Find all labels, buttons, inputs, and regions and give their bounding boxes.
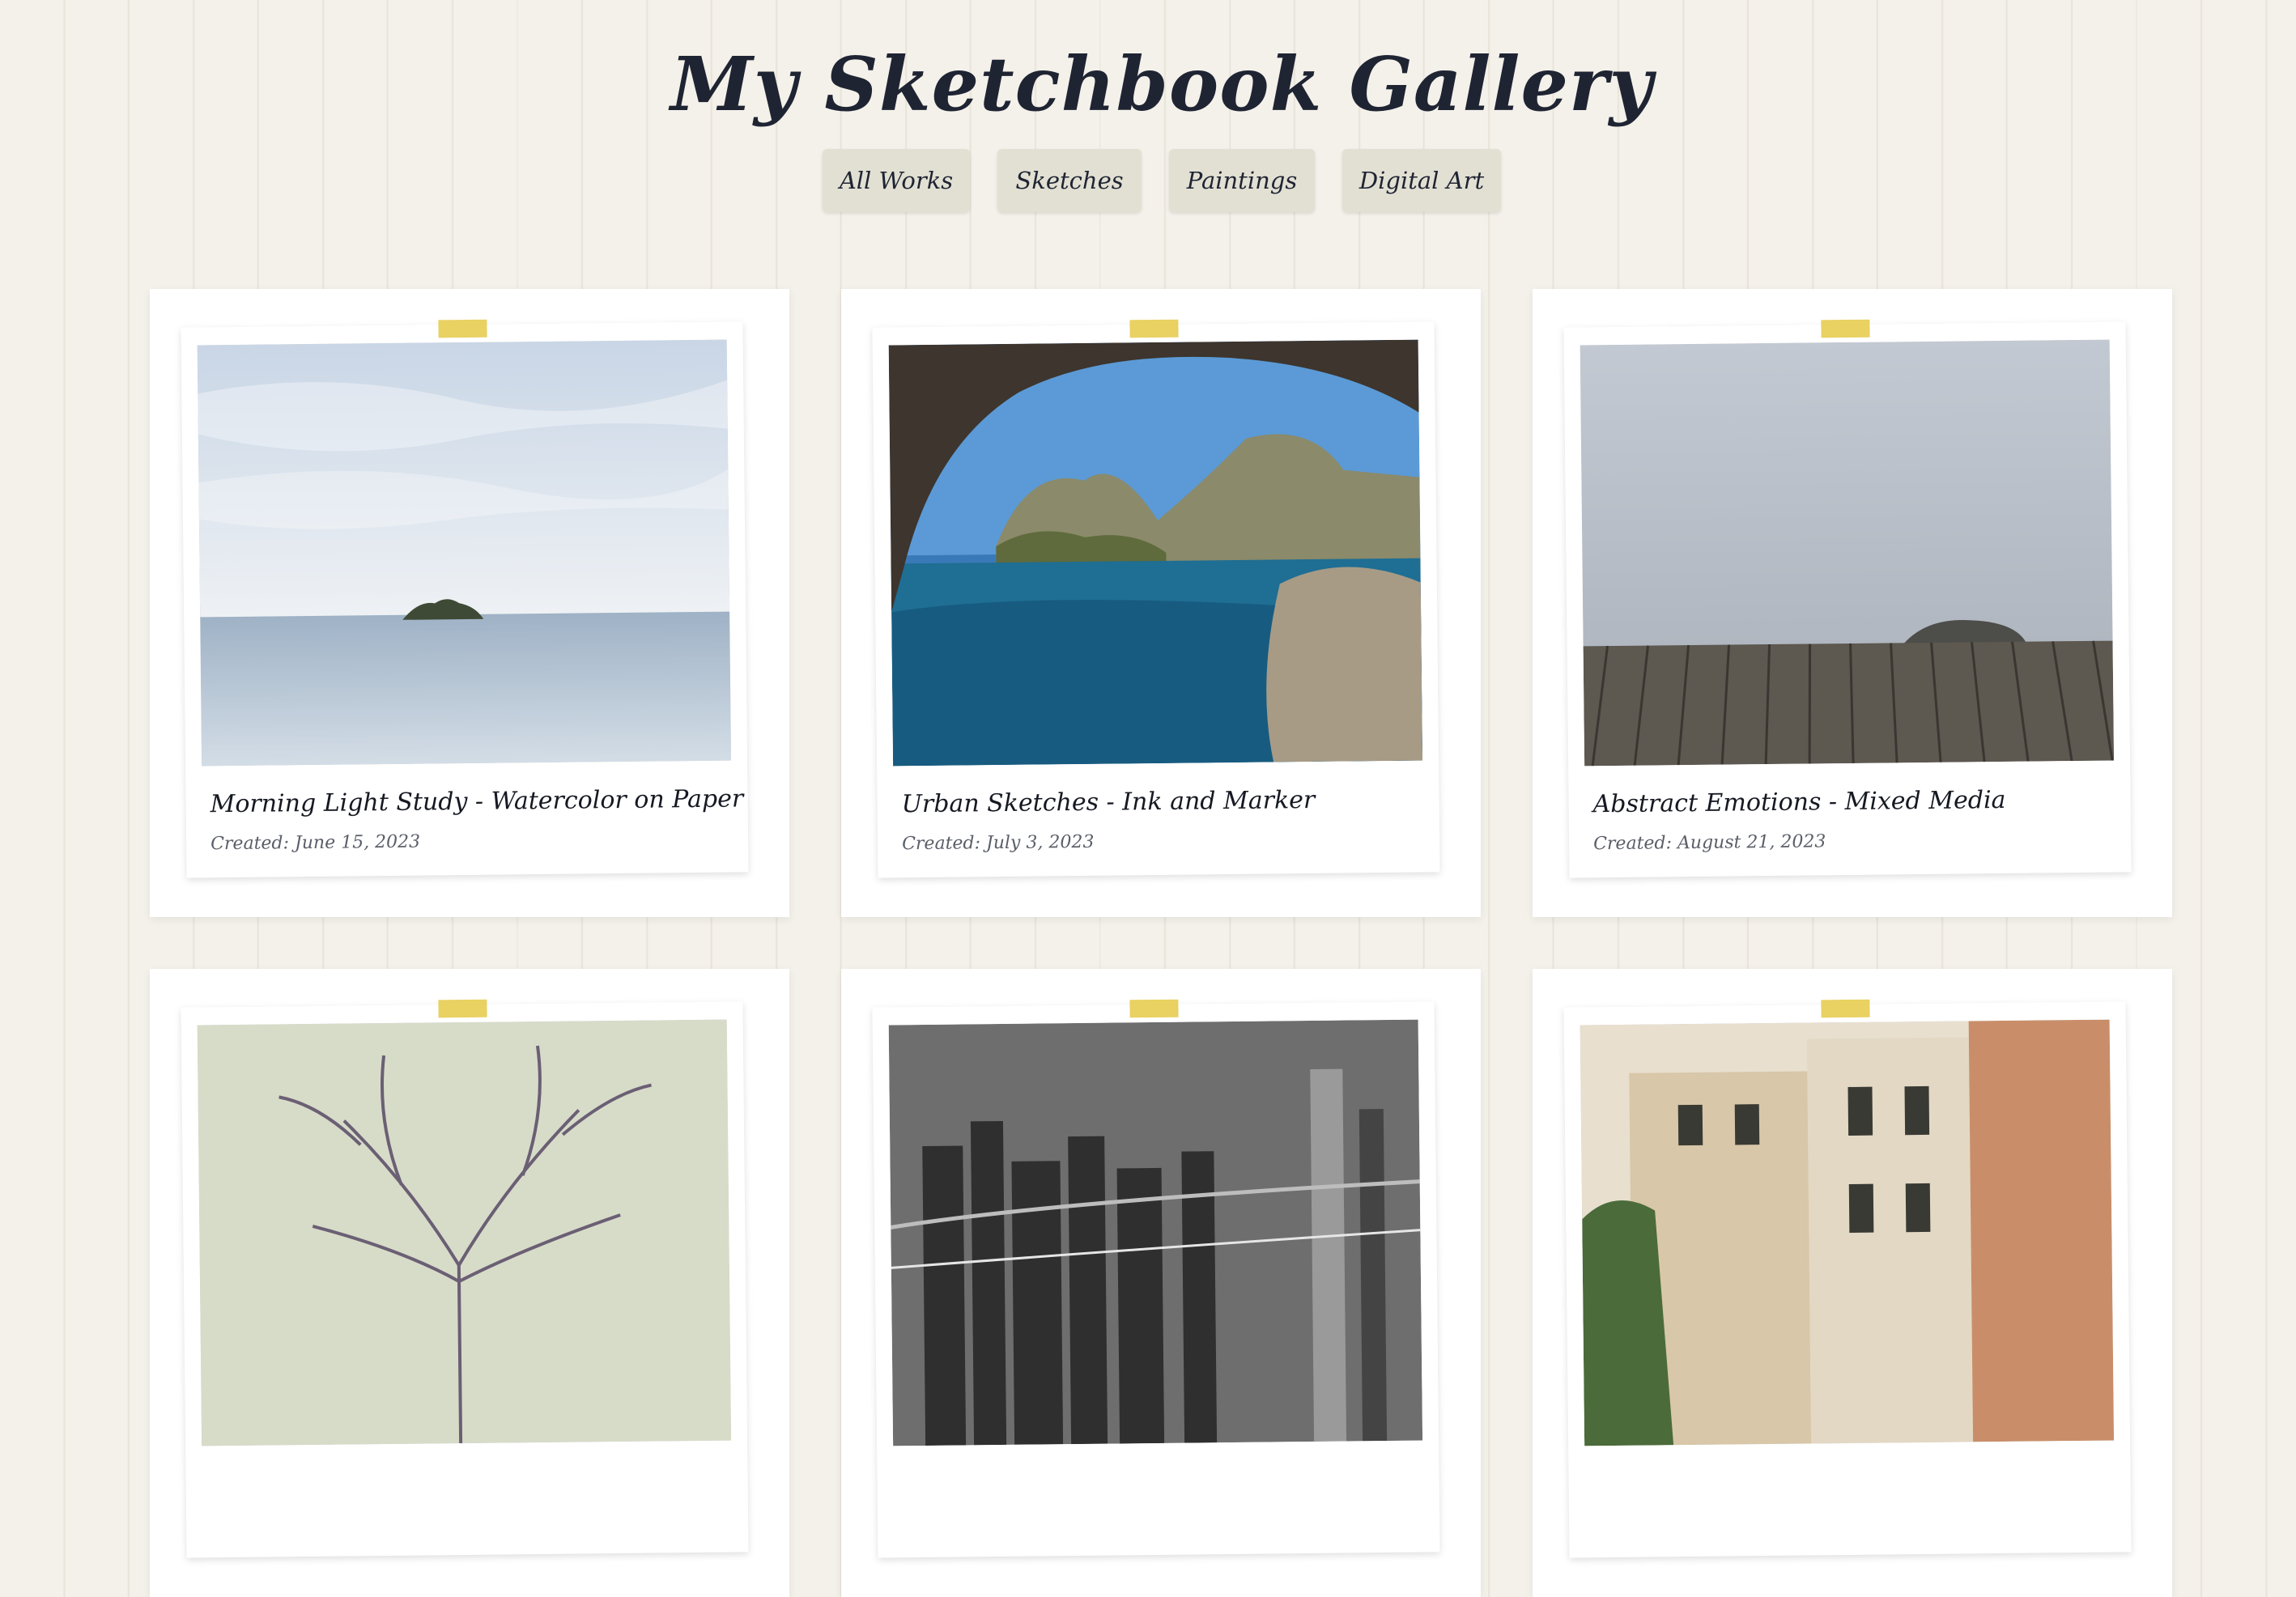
- artwork-image-old-buildings: [1580, 1019, 2115, 1446]
- gallery-card[interactable]: [841, 969, 1481, 1597]
- gallery-card[interactable]: Urban Sketches - Ink and Marker Created:…: [841, 289, 1481, 917]
- artwork-title: Abstract Emotions - Mixed Media: [1592, 785, 2006, 819]
- polaroid-frame: [181, 999, 749, 1558]
- tape-strip: [438, 319, 487, 338]
- artwork-image-sea-island: [197, 339, 732, 767]
- gallery-grid: Morning Light Study - Watercolor on Pape…: [150, 289, 2174, 1597]
- artwork-date: Created: August 21, 2023: [1593, 831, 1826, 855]
- artwork-date: Created: June 15, 2023: [210, 831, 421, 855]
- tape-strip: [438, 999, 487, 1018]
- artwork-image-sea-cave: [888, 339, 1423, 767]
- tape-strip: [1821, 999, 1870, 1018]
- gallery-card[interactable]: Morning Light Study - Watercolor on Pape…: [150, 289, 789, 917]
- polaroid-frame: [872, 999, 1440, 1558]
- polaroid-frame: Urban Sketches - Ink and Marker Created:…: [872, 319, 1440, 878]
- artwork-title: Morning Light Study - Watercolor on Pape…: [210, 784, 744, 819]
- artwork-image-city-bridge: [888, 1019, 1423, 1446]
- polaroid-frame: Morning Light Study - Watercolor on Pape…: [181, 319, 749, 878]
- polaroid-frame: Abstract Emotions - Mixed Media Created:…: [1563, 319, 2132, 878]
- gallery-card[interactable]: Abstract Emotions - Mixed Media Created:…: [1533, 289, 2172, 917]
- artwork-image-bare-tree: [197, 1019, 732, 1446]
- artwork-title: Urban Sketches - Ink and Marker: [901, 785, 1316, 819]
- gallery-card[interactable]: [150, 969, 789, 1597]
- filter-bar: All Works Sketches Paintings Digital Art: [0, 149, 2296, 212]
- polaroid-frame: [1563, 999, 2132, 1558]
- tape-strip: [1821, 319, 1870, 338]
- artwork-date: Created: July 3, 2023: [902, 831, 1095, 855]
- gallery-card[interactable]: [1533, 969, 2172, 1597]
- artwork-image-foggy-pier: [1580, 339, 2115, 767]
- filter-all-works-button[interactable]: All Works: [823, 149, 970, 212]
- tape-strip: [1129, 999, 1179, 1018]
- filter-paintings-button[interactable]: Paintings: [1169, 149, 1315, 212]
- filter-sketches-button[interactable]: Sketches: [997, 149, 1142, 212]
- tape-strip: [1129, 319, 1179, 338]
- filter-digital-art-button[interactable]: Digital Art: [1342, 149, 1501, 212]
- page-title: My Sketchbook Gallery: [670, 40, 1653, 128]
